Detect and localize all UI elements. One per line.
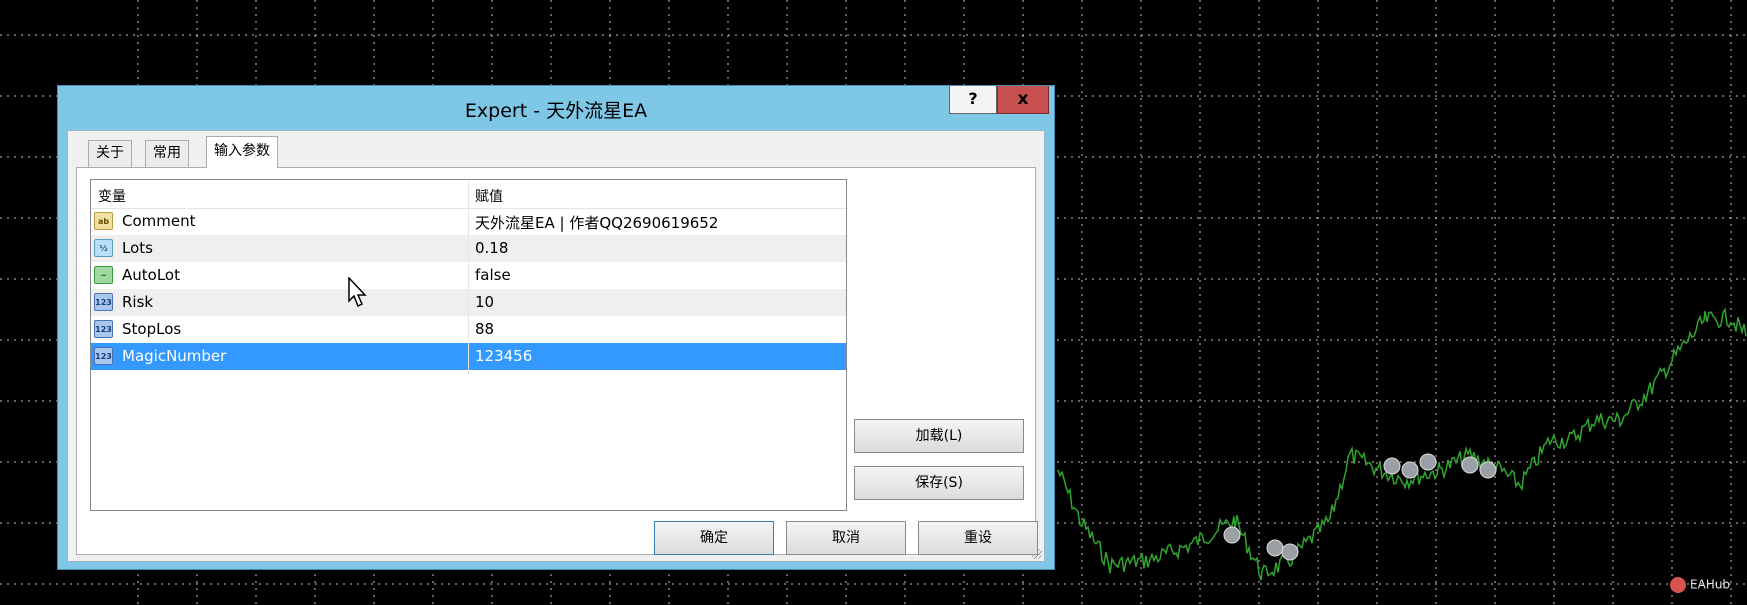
dialog-titlebar[interactable]: Expert - 天外流星EA ? x: [58, 86, 1054, 130]
watermark-text: EAHub: [1690, 577, 1731, 592]
row-name: Risk: [122, 293, 154, 311]
row-value[interactable]: false: [475, 266, 511, 284]
column-header-variable[interactable]: 变量: [98, 186, 126, 206]
trade-marker-icon: [1401, 461, 1419, 479]
column-divider[interactable]: [468, 180, 469, 374]
fraction-icon: ½: [94, 239, 113, 257]
expert-dialog: Expert - 天外流星EA ? x 关于 常用 输入参数 变量 赋值 ab …: [57, 85, 1055, 570]
trade-marker-icon: [1479, 461, 1497, 479]
row-value[interactable]: 88: [475, 320, 494, 338]
cancel-button[interactable]: 取消: [786, 521, 906, 555]
row-value[interactable]: 天外流星EA | 作者QQ2690619652: [475, 212, 718, 233]
row-name: Lots: [122, 239, 153, 257]
parameters-grid[interactable]: 变量 赋值 ab Comment 天外流星EA | 作者QQ2690619652…: [90, 179, 847, 511]
integer-icon: 123: [94, 347, 113, 365]
column-header-value[interactable]: 赋值: [475, 186, 503, 206]
text-icon: ab: [94, 212, 113, 230]
integer-icon: 123: [94, 320, 113, 338]
trade-marker-icon: [1383, 457, 1401, 475]
load-button[interactable]: 加载(L): [854, 419, 1024, 453]
mouse-pointer-icon: [348, 277, 367, 308]
dialog-title: Expert - 天外流星EA: [464, 100, 648, 122]
tab-common[interactable]: 常用: [145, 140, 189, 167]
row-value[interactable]: 123456: [475, 347, 532, 365]
dialog-client-area: 关于 常用 输入参数 变量 赋值 ab Comment 天外流星EA | 作者Q…: [67, 130, 1045, 562]
save-button[interactable]: 保存(S): [854, 466, 1024, 500]
bool-icon: ~: [94, 266, 113, 284]
help-button[interactable]: ?: [949, 86, 997, 114]
row-name: AutoLot: [122, 266, 180, 284]
row-name: StopLos: [122, 320, 182, 338]
integer-icon: 123: [94, 293, 113, 311]
trade-marker-icon: [1266, 539, 1284, 557]
row-name: Comment: [122, 212, 196, 230]
watermark-logo-icon: [1670, 577, 1686, 593]
watermark: EAHub: [1670, 577, 1730, 593]
price-line: [1057, 307, 1747, 581]
reset-button[interactable]: 重设: [918, 521, 1038, 555]
close-button[interactable]: x: [997, 86, 1049, 114]
trade-marker-icon: [1461, 456, 1479, 474]
row-value[interactable]: 10: [475, 293, 494, 311]
trade-marker-icon: [1223, 526, 1241, 544]
tab-panel: 变量 赋值 ab Comment 天外流星EA | 作者QQ2690619652…: [76, 167, 1036, 555]
tab-input-parameters[interactable]: 输入参数: [206, 136, 278, 168]
row-value[interactable]: 0.18: [475, 239, 508, 257]
row-name: MagicNumber: [122, 347, 227, 365]
trade-marker-icon: [1419, 453, 1437, 471]
ok-button[interactable]: 确定: [654, 521, 774, 555]
tab-about[interactable]: 关于: [88, 140, 132, 167]
trade-marker-icon: [1281, 543, 1299, 561]
